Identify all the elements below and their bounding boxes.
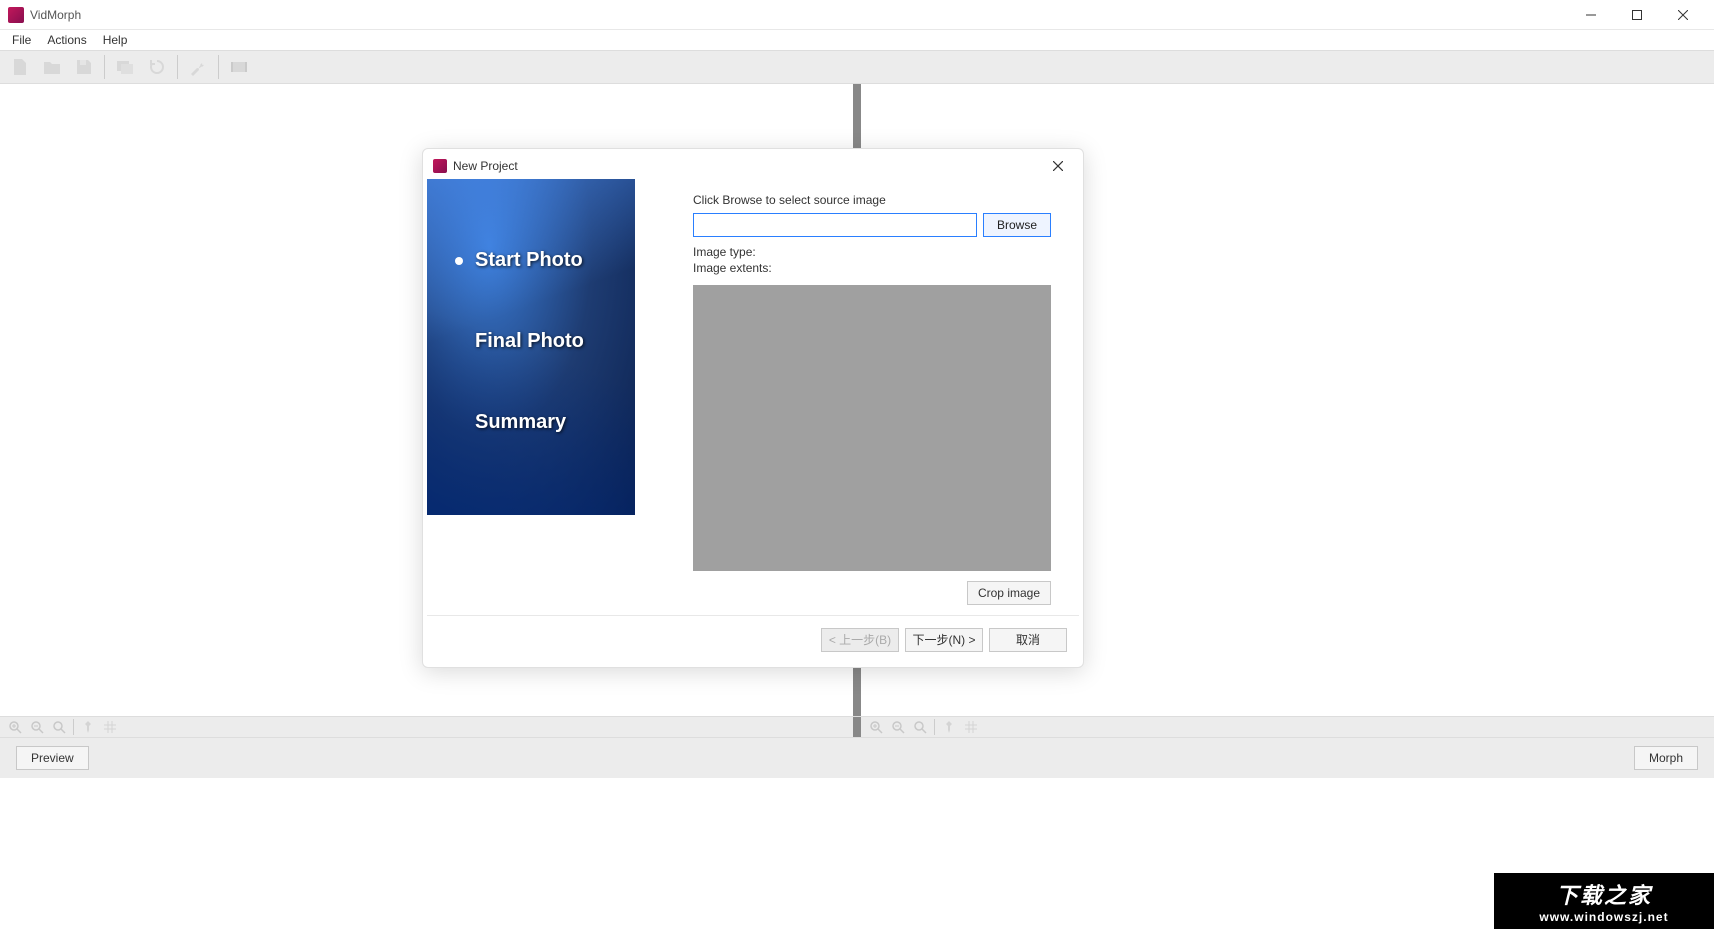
dialog-icon (433, 159, 447, 173)
new-project-dialog: New Project Start Photo Final Photo Summ… (422, 148, 1084, 668)
wizard-step-start: Start Photo (427, 249, 635, 272)
toolbar-separator (218, 55, 219, 79)
zoom-out-icon[interactable] (889, 718, 907, 736)
toolbar-separator (104, 55, 105, 79)
menu-file[interactable]: File (4, 31, 39, 49)
lower-divider (853, 717, 861, 737)
wizard-sidebar: Start Photo Final Photo Summary (427, 179, 635, 515)
window-controls (1568, 0, 1706, 30)
zoom-in-icon[interactable] (6, 718, 24, 736)
zoom-in-icon[interactable] (867, 718, 885, 736)
wizard-step-label: Final Photo (475, 330, 584, 352)
image-type-label: Image type: (693, 245, 1051, 259)
menu-help[interactable]: Help (95, 31, 136, 49)
instruction-label: Click Browse to select source image (693, 193, 1051, 207)
source-path-input[interactable] (693, 213, 977, 237)
toolbar (0, 50, 1714, 84)
preview-button[interactable]: Preview (16, 746, 89, 770)
zoom-out-icon[interactable] (28, 718, 46, 736)
lower-toolbar (0, 716, 1714, 738)
maximize-button[interactable] (1614, 0, 1660, 30)
app-icon (8, 7, 24, 23)
toolbar-open-icon[interactable] (38, 53, 66, 81)
watermark: 下载之家 www.windowszj.net (1494, 873, 1714, 929)
lower-toolbar-left (0, 717, 853, 737)
grid-icon[interactable] (101, 718, 119, 736)
wizard-footer: < 上一步(B) 下一步(N) > 取消 (427, 615, 1079, 663)
menubar: File Actions Help (0, 30, 1714, 50)
toolbar-refresh-icon[interactable] (143, 53, 171, 81)
zoom-fit-icon[interactable] (50, 718, 68, 736)
wizard-content: Click Browse to select source image Brow… (635, 179, 1079, 615)
lower-toolbar-right (861, 717, 1714, 737)
watermark-text: 下载之家 (1556, 878, 1652, 910)
image-preview-area (693, 285, 1051, 571)
back-button: < 上一步(B) (821, 628, 899, 652)
dialog-close-button[interactable] (1043, 155, 1073, 177)
pin-icon[interactable] (940, 718, 958, 736)
toolbar-wrench-icon[interactable] (184, 53, 212, 81)
bullet-icon (455, 257, 463, 265)
toolbar-save-icon[interactable] (70, 53, 98, 81)
pin-icon[interactable] (79, 718, 97, 736)
cancel-button[interactable]: 取消 (989, 628, 1067, 652)
toolbar-separator (177, 55, 178, 79)
wizard-step-summary: Summary (427, 411, 635, 434)
grid-icon[interactable] (962, 718, 980, 736)
bottombar: Preview Morph (0, 738, 1714, 778)
next-button[interactable]: 下一步(N) > (905, 628, 983, 652)
minimize-button[interactable] (1568, 0, 1614, 30)
watermark-url: www.windowszj.net (1539, 910, 1668, 924)
toolbar-images-icon[interactable] (111, 53, 139, 81)
close-button[interactable] (1660, 0, 1706, 30)
menu-actions[interactable]: Actions (39, 31, 94, 49)
dialog-title: New Project (453, 159, 518, 173)
dialog-titlebar: New Project (427, 153, 1079, 179)
wizard-step-label: Start Photo (475, 249, 583, 271)
crop-image-button[interactable]: Crop image (967, 581, 1051, 605)
morph-button[interactable]: Morph (1634, 746, 1698, 770)
wizard-step-final: Final Photo (427, 330, 635, 353)
zoom-fit-icon[interactable] (911, 718, 929, 736)
titlebar: VidMorph (0, 0, 1714, 30)
wizard-step-label: Summary (475, 411, 566, 433)
lower-separator (934, 719, 935, 735)
toolbar-film-icon[interactable] (225, 53, 253, 81)
toolbar-new-icon[interactable] (6, 53, 34, 81)
browse-button[interactable]: Browse (983, 213, 1051, 237)
lower-separator (73, 719, 74, 735)
image-extents-label: Image extents: (693, 261, 1051, 275)
app-title: VidMorph (30, 8, 81, 22)
